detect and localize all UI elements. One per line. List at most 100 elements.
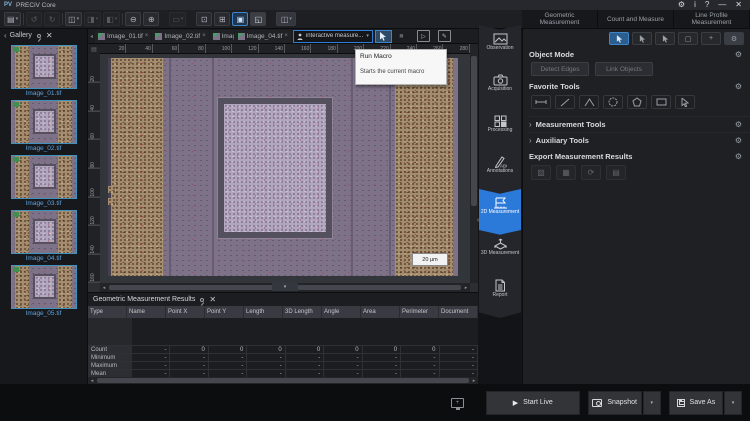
toolbar-button[interactable]: ⊕ ▾	[143, 12, 159, 26]
window-control-icon[interactable]: ⚙	[678, 1, 685, 9]
interactive-measure-dropdown[interactable]: interactive measure... ▾	[293, 30, 373, 43]
toolbar-button[interactable]: ▾	[188, 12, 194, 26]
object-mode-button[interactable]: Link Objects	[595, 62, 653, 76]
start-live-button[interactable]: ▶ Start Live	[486, 391, 580, 415]
toolbar-button[interactable]: ▭ ▾	[169, 12, 186, 26]
polygon-tool[interactable]	[627, 95, 647, 109]
nav-item-report[interactable]: Report	[479, 271, 521, 318]
gear-icon[interactable]: ⚙	[735, 82, 742, 91]
copy-image-button[interactable]: ▨	[531, 165, 551, 180]
measure-options-tool[interactable]: ⚙	[724, 32, 744, 45]
toolbar-button[interactable]: ▾	[161, 12, 167, 26]
image-canvas[interactable]: 20 µm	[100, 54, 470, 283]
run-macro-button[interactable]: ▷	[417, 30, 430, 42]
select-pointer-tool[interactable]	[609, 32, 629, 45]
gallery-item[interactable]: Image_05.tif	[11, 265, 77, 317]
gear-icon[interactable]: ⚙	[735, 50, 742, 59]
snapshot-options-button[interactable]: ▾	[643, 391, 661, 415]
column-header[interactable]: Type	[88, 306, 127, 318]
window-control-icon[interactable]: i	[694, 1, 696, 9]
gear-icon[interactable]: ⚙	[735, 120, 742, 129]
scrollbar-thumb[interactable]	[97, 378, 469, 383]
toolbar-button[interactable]: ⊡ ▾	[196, 12, 212, 26]
tab-close-icon[interactable]: ×	[145, 33, 149, 39]
nav-item-3d-measurement[interactable]: 3D Measurement	[479, 230, 521, 277]
stop-macro-button[interactable]: ■	[394, 30, 409, 43]
column-header[interactable]: Area	[361, 306, 400, 318]
window-control-icon[interactable]: —	[718, 1, 726, 9]
edit-macro-button[interactable]: ✎	[438, 30, 451, 42]
toolbar-button[interactable]: ▤ ▾	[4, 12, 21, 26]
nav-item-processing[interactable]: Processing	[479, 107, 521, 154]
document-tab[interactable]: Image_03.tif ×	[210, 30, 234, 43]
gear-icon[interactable]: ⚙	[735, 136, 742, 145]
column-header[interactable]: Point X	[166, 306, 205, 318]
measurement-tab[interactable]: Line Profile Measurement	[674, 10, 750, 28]
scroll-left-icon[interactable]: ◂	[100, 285, 108, 291]
toolbar-button[interactable]: ◨ ▾	[84, 12, 101, 26]
collapse-panel-arrow[interactable]: ‹	[477, 217, 479, 224]
toolbar-button[interactable]: ◧ ▾	[103, 12, 120, 26]
measurement-tools-section[interactable]: › Measurement Tools ⚙	[529, 116, 750, 132]
gallery-item[interactable]: Image_02.tif	[11, 100, 77, 152]
external-display-icon[interactable]: +	[451, 398, 464, 408]
measurement-tab[interactable]: Geometric Measurement	[522, 10, 598, 28]
toolbar-button[interactable]: ◫ ▾	[65, 12, 82, 26]
toolbar-button[interactable]: ▣ ▾	[232, 12, 248, 26]
document-tab[interactable]: Image_02.tif ×	[152, 30, 208, 43]
scroll-right-icon[interactable]: ▸	[470, 378, 478, 384]
polyline-tool[interactable]	[555, 95, 575, 109]
toolbar-button[interactable]: ◱ ▾	[250, 12, 266, 26]
select-cursor-button[interactable]	[375, 30, 392, 43]
nav-item-observation[interactable]: Observation	[479, 25, 521, 72]
toolbar-button[interactable]: ⊞ ▾	[214, 12, 230, 26]
thumbnail-image[interactable]	[11, 45, 77, 89]
gear-icon[interactable]: ⚙	[735, 152, 742, 161]
toolbar-button[interactable]: ▾	[122, 13, 123, 25]
vertical-scrollbar[interactable]	[470, 44, 478, 283]
measurement-tab[interactable]: Count and Measure	[598, 10, 674, 28]
pin-icon[interactable]	[200, 298, 204, 302]
toolbar-button[interactable]: ▾	[23, 13, 24, 25]
scrollbar-thumb[interactable]	[471, 56, 477, 206]
document-tab[interactable]: Image_01.tif ×	[95, 30, 151, 43]
horizontal-scrollbar[interactable]: ◂ ▸ ▾	[100, 283, 470, 292]
toolbar-button[interactable]: ▾	[268, 12, 274, 26]
thumbnail-image[interactable]	[11, 100, 77, 144]
column-header[interactable]: Document	[439, 306, 478, 318]
gallery-item[interactable]: Image_01.tif	[11, 45, 77, 97]
column-header[interactable]: Angle	[322, 306, 361, 318]
thumbnail-image[interactable]	[11, 210, 77, 254]
gallery-item[interactable]: Image_04.tif	[11, 210, 77, 262]
column-header[interactable]: Perimeter	[400, 306, 439, 318]
edit-points-tool[interactable]	[655, 32, 675, 45]
rectangle-tool[interactable]	[651, 95, 671, 109]
results-scrollbar[interactable]: ◂ ▸	[88, 377, 478, 384]
nav-item-2d-measurement[interactable]: 2D Measurement	[479, 189, 521, 236]
tab-close-icon[interactable]: ×	[202, 33, 206, 39]
snapshot-button[interactable]: Snapshot	[588, 391, 642, 415]
scroll-right-icon[interactable]: ▸	[462, 285, 470, 291]
export-csv-button[interactable]: ⟳	[581, 165, 601, 180]
collapse-results-button[interactable]: ▾	[272, 282, 298, 291]
tab-scroll-left-icon[interactable]: ◂	[90, 33, 93, 40]
column-header[interactable]: Length	[244, 306, 283, 318]
toolbar-button[interactable]: ↻ ▾	[44, 12, 60, 26]
window-control-icon[interactable]: ?	[705, 1, 709, 9]
toolbar-button[interactable]: ◫ ▾	[276, 12, 296, 26]
export-file-button[interactable]: ▤	[606, 165, 626, 180]
microscopy-image[interactable]: 20 µm	[108, 58, 458, 276]
select-rectangle-tool[interactable]: ▢	[678, 32, 698, 45]
circle-3point-tool[interactable]	[603, 95, 623, 109]
window-control-icon[interactable]: ✕	[735, 1, 742, 9]
object-mode-button[interactable]: Detect Edges	[531, 62, 589, 76]
pin-icon[interactable]	[37, 34, 41, 38]
angle-tool[interactable]	[579, 95, 599, 109]
pointer-tool[interactable]	[675, 95, 695, 109]
save-as-button[interactable]: Save As	[669, 391, 723, 415]
thumbnail-image[interactable]	[11, 265, 77, 309]
gallery-item[interactable]: Image_03.tif	[11, 155, 77, 207]
export-excel-button[interactable]: ▦	[556, 165, 576, 180]
nav-item-annotations[interactable]: ABC Annotations	[479, 148, 521, 195]
save-as-options-button[interactable]: ▾	[724, 391, 742, 415]
